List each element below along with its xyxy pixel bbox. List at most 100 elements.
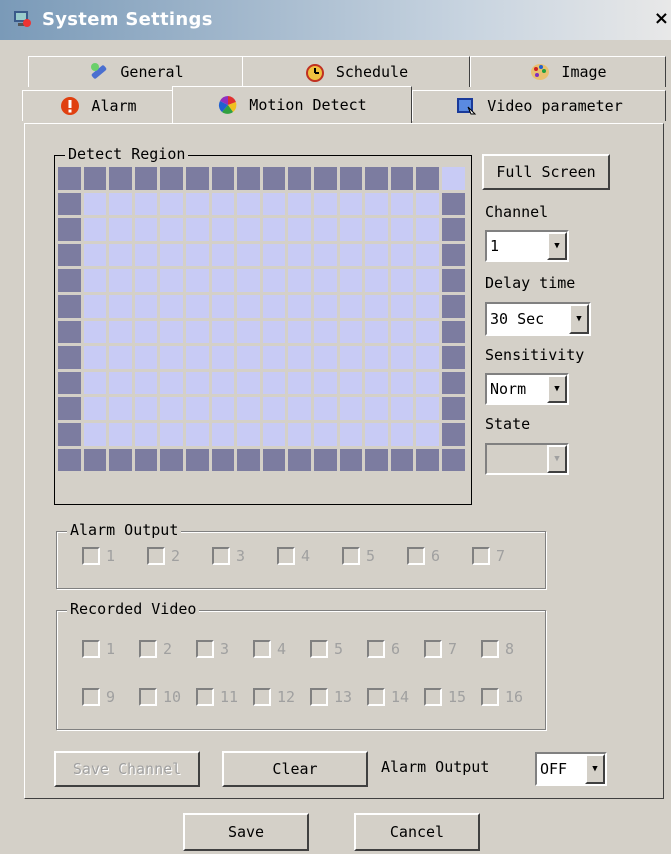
checkbox-box[interactable] xyxy=(196,640,214,658)
checkbox-7[interactable]: 7 xyxy=(472,547,505,565)
region-cell[interactable] xyxy=(416,167,439,190)
region-cell[interactable] xyxy=(416,320,439,344)
checkbox-box[interactable] xyxy=(82,640,100,658)
region-cell[interactable] xyxy=(441,218,465,241)
region-cell[interactable] xyxy=(313,243,337,267)
save-button[interactable]: Save xyxy=(183,813,309,851)
region-cell[interactable] xyxy=(83,448,107,472)
region-cell[interactable] xyxy=(339,422,363,446)
region-cell[interactable] xyxy=(134,243,158,267)
region-cell[interactable] xyxy=(390,448,414,472)
region-cell[interactable] xyxy=(134,167,158,190)
region-cell[interactable] xyxy=(441,243,465,267)
region-cell[interactable] xyxy=(160,371,183,395)
region-cell[interactable] xyxy=(339,218,363,241)
region-cell[interactable] xyxy=(313,320,337,344)
checkbox-16[interactable]: 16 xyxy=(481,688,523,706)
close-icon[interactable]: × xyxy=(654,8,669,29)
region-cell[interactable] xyxy=(83,269,107,292)
region-cell[interactable] xyxy=(58,167,81,190)
region-cell[interactable] xyxy=(288,269,311,292)
region-cell[interactable] xyxy=(134,422,158,446)
region-cell[interactable] xyxy=(262,167,286,190)
checkbox-7[interactable]: 7 xyxy=(424,640,457,658)
region-cell[interactable] xyxy=(262,346,286,369)
region-cell[interactable] xyxy=(185,448,209,472)
region-cell[interactable] xyxy=(441,294,465,318)
checkbox-box[interactable] xyxy=(147,547,165,565)
region-cell[interactable] xyxy=(339,448,363,472)
region-cell[interactable] xyxy=(83,422,107,446)
checkbox-6[interactable]: 6 xyxy=(407,547,440,565)
region-cell[interactable] xyxy=(313,448,337,472)
region-cell[interactable] xyxy=(237,167,260,190)
title-bar[interactable]: System Settings × xyxy=(0,0,671,40)
chevron-down-icon[interactable]: ▼ xyxy=(547,232,567,260)
region-cell[interactable] xyxy=(416,448,439,472)
region-cell[interactable] xyxy=(441,346,465,369)
region-cell[interactable] xyxy=(211,346,235,369)
region-cell[interactable] xyxy=(390,192,414,216)
region-cell[interactable] xyxy=(288,371,311,395)
tab-general[interactable]: General xyxy=(28,56,244,87)
region-cell[interactable] xyxy=(441,167,465,190)
region-cell[interactable] xyxy=(390,243,414,267)
checkbox-box[interactable] xyxy=(310,640,328,658)
checkbox-box[interactable] xyxy=(310,688,328,706)
region-cell[interactable] xyxy=(416,422,439,446)
region-cell[interactable] xyxy=(390,320,414,344)
region-cell[interactable] xyxy=(211,397,235,420)
region-cell[interactable] xyxy=(339,167,363,190)
region-cell[interactable] xyxy=(83,346,107,369)
region-cell[interactable] xyxy=(288,243,311,267)
region-cell[interactable] xyxy=(134,218,158,241)
region-cell[interactable] xyxy=(237,243,260,267)
region-cell[interactable] xyxy=(211,422,235,446)
checkbox-8[interactable]: 8 xyxy=(481,640,514,658)
chevron-down-icon[interactable]: ▼ xyxy=(585,754,605,784)
region-cell[interactable] xyxy=(262,397,286,420)
checkbox-box[interactable] xyxy=(277,547,295,565)
checkbox-box[interactable] xyxy=(424,688,442,706)
region-cell[interactable] xyxy=(288,346,311,369)
region-cell[interactable] xyxy=(160,243,183,267)
region-cell[interactable] xyxy=(134,397,158,420)
region-cell[interactable] xyxy=(313,397,337,420)
region-cell[interactable] xyxy=(58,397,81,420)
region-cell[interactable] xyxy=(237,294,260,318)
checkbox-9[interactable]: 9 xyxy=(82,688,115,706)
tab-alarm[interactable]: Alarm xyxy=(22,90,174,121)
region-cell[interactable] xyxy=(262,192,286,216)
checkbox-10[interactable]: 10 xyxy=(139,688,181,706)
tab-schedule[interactable]: Schedule xyxy=(242,56,470,87)
region-cell[interactable] xyxy=(237,448,260,472)
region-cell[interactable] xyxy=(109,371,132,395)
region-cell[interactable] xyxy=(262,371,286,395)
checkbox-box[interactable] xyxy=(367,688,385,706)
region-cell[interactable] xyxy=(365,218,388,241)
region-cell[interactable] xyxy=(211,448,235,472)
region-cell[interactable] xyxy=(262,448,286,472)
region-cell[interactable] xyxy=(416,192,439,216)
checkbox-1[interactable]: 1 xyxy=(82,640,115,658)
region-cell[interactable] xyxy=(390,371,414,395)
region-cell[interactable] xyxy=(58,269,81,292)
region-cell[interactable] xyxy=(109,243,132,267)
region-cell[interactable] xyxy=(365,167,388,190)
region-cell[interactable] xyxy=(313,269,337,292)
region-cell[interactable] xyxy=(365,320,388,344)
region-cell[interactable] xyxy=(160,192,183,216)
full-screen-button[interactable]: Full Screen xyxy=(482,154,610,190)
region-cell[interactable] xyxy=(313,294,337,318)
region-cell[interactable] xyxy=(441,320,465,344)
region-cell[interactable] xyxy=(83,320,107,344)
region-cell[interactable] xyxy=(288,320,311,344)
channel-select[interactable]: 1 ▼ xyxy=(485,230,569,262)
region-cell[interactable] xyxy=(185,346,209,369)
region-cell[interactable] xyxy=(160,269,183,292)
region-cell[interactable] xyxy=(211,294,235,318)
region-cell[interactable] xyxy=(185,294,209,318)
region-cell[interactable] xyxy=(134,269,158,292)
checkbox-12[interactable]: 12 xyxy=(253,688,295,706)
region-cell[interactable] xyxy=(109,218,132,241)
